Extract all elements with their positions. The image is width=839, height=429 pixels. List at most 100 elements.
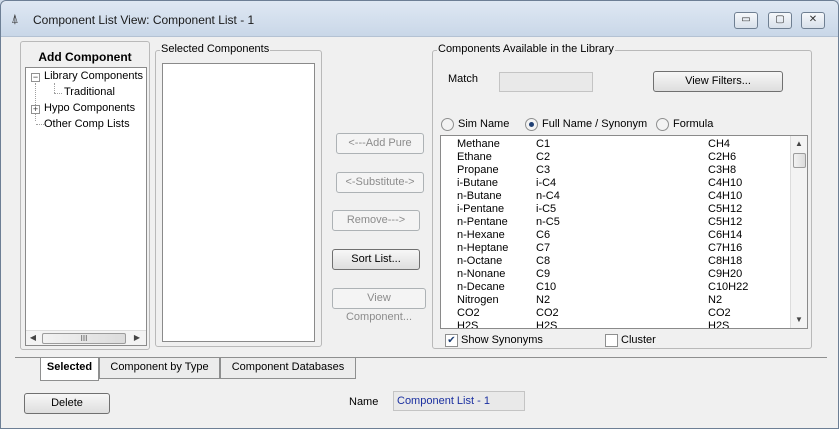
library-row[interactable]: n-Hexane C6 C6H14 (441, 229, 789, 242)
view-filters-button[interactable]: View Filters... (653, 71, 783, 92)
full-name-cell: n-Decane (457, 281, 505, 293)
full-name-cell: i-Pentane (457, 203, 505, 215)
tree-item-library-components[interactable]: Library Components (44, 70, 143, 82)
full-name-cell: n-Pentane (457, 216, 508, 228)
full-name-cell: Ethane (457, 151, 492, 163)
library-row[interactable]: n-Butane n-C4 C4H10 (441, 190, 789, 203)
full-name-cell: Nitrogen (457, 294, 499, 306)
component-tree[interactable]: − Library Components Traditional + Hypo … (25, 67, 147, 346)
library-components-group: Components Available in the Library Matc… (432, 43, 812, 349)
remove-button[interactable]: Remove---> (332, 210, 420, 231)
library-row[interactable]: n-Octane C8 C8H18 (441, 255, 789, 268)
tree-connector (35, 83, 36, 121)
flask-icon[interactable]: ⍋ (11, 11, 19, 27)
library-vertical-scrollbar[interactable]: ▲ ▼ (790, 136, 807, 328)
tree-connector (54, 83, 55, 93)
library-components-list[interactable]: Methane C1 CH4 Ethane C2 C2H6 Propane C3 C3H8 i-B… (440, 135, 808, 329)
sim-name-cell: CO2 (536, 307, 559, 319)
match-input[interactable] (499, 72, 593, 92)
tree-item-traditional[interactable]: Traditional (64, 86, 115, 98)
selected-components-list[interactable] (162, 63, 315, 342)
dialog-client-area: Add Component − Library Components Tradi… (7, 37, 833, 424)
full-name-cell: n-Butane (457, 190, 502, 202)
sim-name-cell: C1 (536, 138, 551, 150)
tab-component-databases[interactable]: Component Databases (220, 358, 356, 379)
formula-cell: C5H12 (708, 203, 743, 215)
full-name-cell: i-Butane (457, 177, 498, 189)
cluster-label[interactable]: Cluster (621, 334, 656, 346)
cluster-checkbox[interactable] (605, 334, 618, 347)
library-row[interactable]: H2S H2S H2S (441, 320, 789, 329)
formula-cell: C3H8 (708, 164, 737, 176)
radio-sim-name[interactable] (441, 118, 454, 131)
formula-cell: CH4 (708, 138, 731, 150)
full-name-cell: Propane (457, 164, 499, 176)
tree-horizontal-scrollbar[interactable]: ◀ III ▶ (26, 330, 146, 345)
scroll-thumb[interactable] (793, 153, 806, 168)
maximize-button[interactable]: ▢ (768, 12, 792, 29)
library-row[interactable]: CO2 CO2 CO2 (441, 307, 789, 320)
scroll-left-icon[interactable]: ◀ (28, 333, 38, 342)
collapse-icon[interactable]: − (31, 73, 40, 82)
formula-cell: C10H22 (708, 281, 749, 293)
library-row[interactable]: i-Butane i-C4 C4H10 (441, 177, 789, 190)
name-label: Name (349, 396, 379, 408)
name-field[interactable]: Component List - 1 (393, 391, 525, 411)
library-row[interactable]: Ethane C2 C2H6 (441, 151, 789, 164)
library-row[interactable]: n-Nonane C9 C9H20 (441, 268, 789, 281)
formula-cell: C5H12 (708, 216, 743, 228)
library-components-label: Components Available in the Library (437, 43, 615, 55)
sim-name-cell: i-C5 (536, 203, 557, 215)
show-synonyms-label[interactable]: Show Synonyms (461, 334, 543, 346)
radio-formula[interactable] (656, 118, 669, 131)
tree-item-hypo-components[interactable]: Hypo Components (44, 102, 135, 114)
scroll-up-icon[interactable]: ▲ (794, 139, 804, 148)
substitute-button[interactable]: <-Substitute-> (336, 172, 424, 193)
library-row[interactable]: n-Pentane n-C5 C5H12 (441, 216, 789, 229)
formula-cell: C7H16 (708, 242, 743, 254)
radio-full-name[interactable] (525, 118, 538, 131)
tab-selected[interactable]: Selected (40, 358, 99, 381)
add-component-panel: Add Component − Library Components Tradi… (20, 41, 150, 350)
library-row[interactable]: Propane C3 C3H8 (441, 164, 789, 177)
scroll-right-icon[interactable]: ▶ (132, 333, 142, 342)
sim-name-cell: C10 (536, 281, 557, 293)
show-synonyms-checkbox[interactable]: ✔ (445, 334, 458, 347)
formula-cell: C8H18 (708, 255, 743, 267)
title-bar[interactable]: ⍋ Component List View: Component List - … (1, 1, 838, 37)
view-component-button[interactable]: View Component... (332, 288, 426, 323)
library-row[interactable]: Nitrogen N2 N2 (441, 294, 789, 307)
library-row[interactable]: n-Decane C10 C10H22 (441, 281, 789, 294)
sort-list-button[interactable]: Sort List... (332, 249, 420, 270)
selected-components-label: Selected Components (160, 43, 271, 55)
delete-button[interactable]: Delete (24, 393, 110, 414)
radio-full-name-label[interactable]: Full Name / Synonym (542, 118, 647, 130)
full-name-cell: H2S (457, 320, 479, 329)
library-row[interactable]: Methane C1 CH4 (441, 138, 789, 151)
tab-component-by-type[interactable]: Component by Type (99, 358, 220, 379)
formula-cell: C9H20 (708, 268, 743, 280)
sim-name-cell: N2 (536, 294, 551, 306)
selected-components-group: Selected Components (155, 43, 322, 347)
scroll-down-icon[interactable]: ▼ (794, 315, 804, 324)
full-name-cell: CO2 (457, 307, 480, 319)
formula-cell: C4H10 (708, 190, 743, 202)
library-row[interactable]: i-Pentane i-C5 C5H12 (441, 203, 789, 216)
close-button[interactable]: ✕ (801, 12, 825, 29)
sim-name-cell: H2S (536, 320, 558, 329)
formula-cell: C6H14 (708, 229, 743, 241)
expand-icon[interactable]: + (31, 105, 40, 114)
window-title: Component List View: Component List - 1 (33, 13, 255, 27)
component-list-window: ⍋ Component List View: Component List - … (0, 0, 839, 429)
scroll-thumb[interactable]: III (42, 333, 126, 344)
sim-name-cell: C7 (536, 242, 551, 254)
add-pure-button[interactable]: <---Add Pure (336, 133, 424, 154)
sim-name-cell: C6 (536, 229, 551, 241)
tree-item-other-comp-lists[interactable]: Other Comp Lists (44, 118, 130, 130)
formula-cell: C4H10 (708, 177, 743, 189)
library-row[interactable]: n-Heptane C7 C7H16 (441, 242, 789, 255)
sim-name-cell: C9 (536, 268, 551, 280)
minimize-button[interactable]: ▭ (734, 12, 758, 29)
radio-sim-name-label[interactable]: Sim Name (458, 118, 509, 130)
radio-formula-label[interactable]: Formula (673, 118, 713, 130)
